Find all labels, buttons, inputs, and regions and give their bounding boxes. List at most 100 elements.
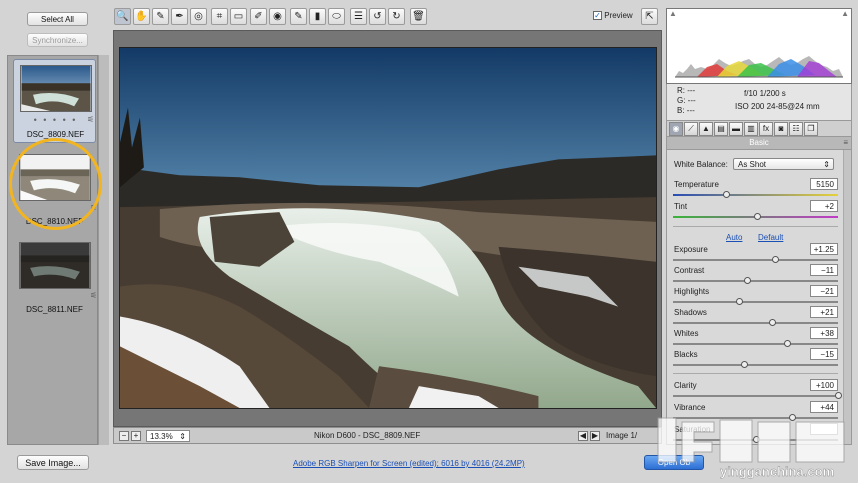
default-link[interactable]: Default xyxy=(758,233,783,242)
slider-thumb[interactable] xyxy=(769,319,776,326)
slider-track[interactable] xyxy=(673,301,838,303)
next-image-button[interactable]: ▶ xyxy=(590,431,600,441)
shadow-clipping-icon[interactable]: ▲ xyxy=(669,9,677,18)
divider xyxy=(673,226,838,227)
zoom-icon[interactable]: 🔍 xyxy=(114,8,131,25)
slider-track[interactable] xyxy=(673,280,838,282)
slider-value-field[interactable]: +21 xyxy=(810,306,838,318)
straighten-icon[interactable]: ▭ xyxy=(230,8,247,25)
slider-value-field[interactable]: −11 xyxy=(810,264,838,276)
white-balance-select[interactable]: As Shot ⇕ xyxy=(733,158,834,170)
zoom-level-select[interactable]: 13.3% ⇕ xyxy=(146,430,190,442)
temperature-slider[interactable]: Temperature 5150 xyxy=(673,178,838,201)
previous-image-button[interactable]: ◀ xyxy=(578,431,588,441)
clarity-slider[interactable]: Clarity +100 xyxy=(673,379,842,402)
tab-snapshots[interactable]: ❐ xyxy=(804,122,818,136)
blacks-slider[interactable]: Blacks −15 xyxy=(673,348,838,371)
rotate-left-icon[interactable]: ↺ xyxy=(369,8,386,25)
rotate-right-icon[interactable]: ↻ xyxy=(388,8,405,25)
tab-lens-corrections[interactable]: ▥ xyxy=(744,122,758,136)
synchronize-button[interactable]: Synchronize... xyxy=(27,33,88,47)
panel-scrollbar[interactable] xyxy=(843,150,851,444)
panel-menu-icon[interactable]: ≡ xyxy=(843,137,848,149)
tab-hsl[interactable]: ▤ xyxy=(714,122,728,136)
spot-removal-icon[interactable]: ✐ xyxy=(250,8,267,25)
trash-icon[interactable]: 🗑 xyxy=(410,8,427,25)
slider-label: Clarity xyxy=(674,381,697,390)
slider-thumb[interactable] xyxy=(835,392,842,399)
preview-checkbox[interactable]: ✓ Preview xyxy=(593,11,633,21)
slider-value-field[interactable]: −21 xyxy=(810,285,838,297)
green-value: G: --- xyxy=(677,96,696,105)
filmstrip-scrollbar[interactable] xyxy=(98,55,109,445)
slider-value-field[interactable]: +2 xyxy=(810,200,838,212)
preview-image[interactable] xyxy=(119,47,657,409)
tab-basic[interactable]: ◉ xyxy=(669,122,683,136)
slider-thumb[interactable] xyxy=(741,361,748,368)
thumbnail-image xyxy=(20,65,92,112)
radial-filter-icon[interactable]: ⬭ xyxy=(328,8,345,25)
checkbox-check-icon[interactable]: ✓ xyxy=(593,11,602,21)
tab-camera-calibration[interactable]: ◙ xyxy=(774,122,788,136)
workflow-options-link[interactable]: Adobe RGB Sharpen for Screen (edited); 6… xyxy=(293,459,525,468)
white-balance-icon[interactable]: ✎ xyxy=(152,8,169,25)
tab-tone-curve[interactable]: ⟋ xyxy=(684,122,698,136)
slider-value-field[interactable]: −15 xyxy=(810,348,838,360)
slider-track[interactable] xyxy=(673,259,838,261)
tab-split-toning[interactable]: ▬ xyxy=(729,122,743,136)
iso-lens-info: ISO 200 24-85@24 mm xyxy=(735,102,820,111)
slider-thumb[interactable] xyxy=(754,213,761,220)
zoom-value: 13.3% xyxy=(150,432,173,441)
hand-icon[interactable]: ✋ xyxy=(133,8,150,25)
crop-icon[interactable]: ⌗ xyxy=(211,8,228,25)
slider-track[interactable] xyxy=(673,322,838,324)
highlights-slider[interactable]: Highlights −21 xyxy=(673,285,838,308)
highlight-clipping-icon[interactable]: ▲ xyxy=(841,9,849,18)
filmstrip-item-3[interactable]: ⚟ DSC_8811.NEF xyxy=(13,240,97,316)
slider-thumb[interactable] xyxy=(784,340,791,347)
slider-track[interactable] xyxy=(673,395,838,397)
red-eye-icon[interactable]: ◉ xyxy=(269,8,286,25)
slider-value-field[interactable]: +100 xyxy=(810,379,838,391)
tab-effects[interactable]: fx xyxy=(759,122,773,136)
rating-dots[interactable]: • • • • • xyxy=(14,115,97,125)
zoom-out-button[interactable]: − xyxy=(119,431,129,441)
image-info: R: --- G: --- B: --- f/10 1/200 s ISO 20… xyxy=(666,84,852,120)
tab-presets[interactable]: ☷ xyxy=(789,122,803,136)
slider-track[interactable] xyxy=(673,194,838,196)
slider-value-field[interactable]: +1.25 xyxy=(810,243,838,255)
tint-slider[interactable]: Tint +2 xyxy=(673,200,838,223)
slider-thumb[interactable] xyxy=(744,277,751,284)
slider-track[interactable] xyxy=(673,364,838,366)
preferences-icon[interactable]: ☰ xyxy=(350,8,367,25)
preview-canvas[interactable] xyxy=(113,30,662,427)
adjustment-brush-icon[interactable]: ✎ xyxy=(290,8,307,25)
slider-value-field[interactable]: +38 xyxy=(810,327,838,339)
slider-thumb[interactable] xyxy=(723,191,730,198)
target-adjust-icon[interactable]: ◎ xyxy=(190,8,207,25)
auto-link[interactable]: Auto xyxy=(726,233,742,242)
slider-thumb[interactable] xyxy=(772,256,779,263)
white-balance-value: As Shot xyxy=(738,160,767,169)
dropdown-arrows-icon: ⇕ xyxy=(823,160,830,169)
contrast-slider[interactable]: Contrast −11 xyxy=(673,264,838,287)
whites-slider[interactable]: Whites +38 xyxy=(673,327,838,350)
zoom-in-button[interactable]: + xyxy=(131,431,141,441)
fullscreen-icon[interactable]: ⇱ xyxy=(641,8,658,25)
exposure-info: f/10 1/200 s xyxy=(744,89,786,98)
slider-thumb[interactable] xyxy=(736,298,743,305)
blue-value: B: --- xyxy=(677,106,695,115)
select-all-button[interactable]: Select All xyxy=(27,12,88,26)
exposure-slider[interactable]: Exposure +1.25 xyxy=(673,243,838,266)
graduated-filter-icon[interactable]: ▮ xyxy=(309,8,326,25)
slider-track[interactable] xyxy=(673,343,838,345)
shadows-slider[interactable]: Shadows +21 xyxy=(673,306,838,329)
tab-detail[interactable]: ▲ xyxy=(699,122,713,136)
slider-label: Temperature xyxy=(674,180,719,189)
save-image-button[interactable]: Save Image... xyxy=(17,455,89,470)
preview-label: Preview xyxy=(604,11,633,20)
slider-value-field[interactable]: 5150 xyxy=(810,178,838,190)
watermark-logo: yingganchina.com xyxy=(657,417,845,479)
color-sampler-icon[interactable]: ✒ xyxy=(171,8,188,25)
filmstrip-item-1[interactable]: • • • • • ⚟ DSC_8809.NEF xyxy=(13,59,96,143)
